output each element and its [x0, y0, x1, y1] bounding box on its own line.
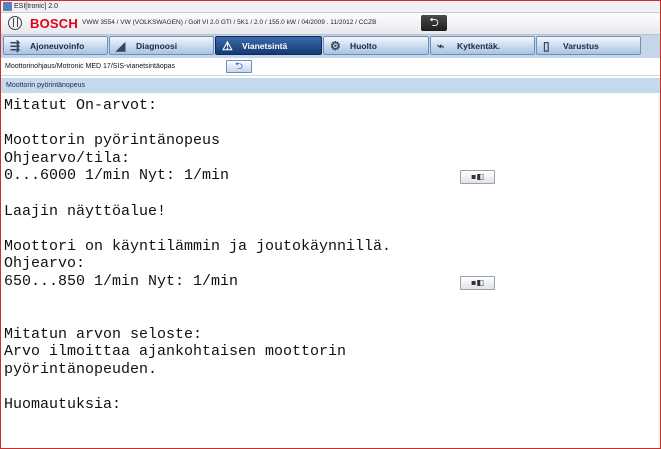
- title-bar: ESI[tronic] 2.0: [1, 1, 660, 13]
- tab-ajoneuvoinfo[interactable]: ⇶ Ajoneuvoinfo: [3, 36, 108, 55]
- back-arrow-icon: ⮌: [429, 15, 439, 29]
- content-line: Ohjearvo/tila:: [4, 149, 131, 167]
- troubleshoot-icon: ⚠: [222, 39, 233, 53]
- back-arrow-icon: ⮌: [234, 61, 243, 72]
- plug-icon: ▪◧: [471, 278, 484, 287]
- content-line: 650...850 1/min Nyt: 1/min: [4, 272, 239, 290]
- tab-label: Kytkentäk.: [457, 41, 500, 51]
- tab-label: Diagnoosi: [136, 41, 178, 51]
- tab-label: Varustus: [563, 41, 599, 51]
- equipment-book-icon: ▯: [543, 39, 550, 53]
- scroll-area-edge: [658, 93, 660, 448]
- breadcrumb: Moottorinohjaus/Motronic MED 17/SIS-vian…: [5, 63, 176, 70]
- content-line: [4, 291, 644, 309]
- measure-button[interactable]: ▪◧: [460, 276, 495, 290]
- content-line: 0...6000 1/min Nyt: 1/min: [4, 167, 230, 185]
- window-title: ESI[tronic] 2.0: [14, 3, 58, 10]
- service-wrench-icon: ⚙: [330, 39, 341, 53]
- content-line: Moottori on käyntilämmin ja joutokäynnil…: [4, 237, 392, 255]
- bosch-logo-text: BOSCH: [30, 16, 78, 31]
- section-title: Moottorin pyörintänopeus: [6, 82, 85, 89]
- content-line: Mitatut On-arvot:: [4, 97, 158, 114]
- plug-icon: ▪◧: [471, 172, 484, 181]
- content-line: [4, 220, 644, 238]
- tab-huolto[interactable]: ⚙ Huolto: [323, 36, 429, 55]
- app-window: ESI[tronic] 2.0 BOSCH VWW 3554 / VW (VOL…: [0, 0, 661, 449]
- content-line: [4, 115, 644, 133]
- tab-varustus[interactable]: ▯ Varustus: [536, 36, 641, 55]
- content-line: [4, 185, 644, 203]
- breadcrumb-back-button[interactable]: ⮌: [226, 60, 252, 73]
- tab-vianetsinta[interactable]: ⚠ Vianetsintä: [215, 36, 322, 55]
- tab-label: Vianetsintä: [242, 41, 288, 51]
- back-button[interactable]: ⮌: [421, 15, 447, 31]
- tab-diagnoosi[interactable]: ◢ Diagnoosi: [109, 36, 214, 55]
- content-line: Arvo ilmoittaa ajankohtaisen moottorin: [4, 343, 347, 361]
- content-line: Mitatun arvon seloste:: [4, 325, 203, 343]
- content-line: Huomautuksia:: [4, 396, 122, 414]
- content-line: pyörintänopeuden.: [4, 360, 158, 378]
- car-diagnosis-icon: ◢: [116, 39, 126, 53]
- bosch-logo-icon: [8, 16, 22, 30]
- content-line: Moottorin pyörintänopeus: [4, 132, 221, 150]
- section-header: Moottorin pyörintänopeus: [1, 78, 660, 93]
- tab-kytkentak[interactable]: ⌁ Kytkentäk.: [430, 36, 535, 55]
- content-line: [4, 379, 644, 397]
- app-icon: [3, 2, 12, 11]
- content-line: [4, 308, 644, 326]
- car-lift-icon: ⇶: [10, 39, 21, 53]
- wiring-diagram-icon: ⌁: [437, 39, 445, 53]
- document-content: Mitatut On-arvot: Moottorin pyörintänope…: [4, 97, 644, 414]
- tab-label: Huolto: [350, 41, 377, 51]
- main-tabs: ⇶ Ajoneuvoinfo ◢ Diagnoosi ⚠ Vianetsintä…: [1, 35, 660, 58]
- content-line: Ohjearvo:: [4, 255, 86, 273]
- content-line: Laajin näyttöalue!: [4, 202, 167, 220]
- tab-label: Ajoneuvoinfo: [30, 41, 85, 51]
- measure-button[interactable]: ▪◧: [460, 170, 495, 184]
- vehicle-info: VWW 3554 / VW (VOLKSWAGEN) / Golf VI 2.0…: [82, 19, 377, 26]
